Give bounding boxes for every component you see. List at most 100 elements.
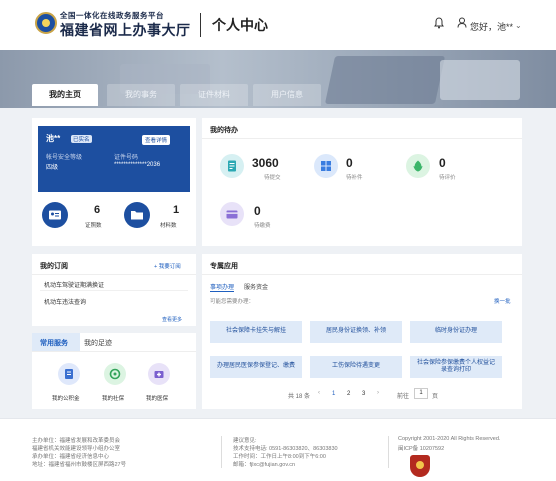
gov-badge-icon[interactable] [410, 455, 430, 477]
tab-my-footprint[interactable]: 我的足迹 [84, 338, 112, 348]
divider [202, 274, 522, 275]
view-more-link[interactable]: 查看更多 [162, 316, 182, 323]
user-icon[interactable] [457, 17, 467, 28]
leaf-icon [413, 160, 423, 172]
verified-badge: 已实名 [71, 135, 92, 143]
tab-service-fund[interactable]: 服务资金 [244, 282, 268, 291]
tab-underline [210, 291, 234, 292]
add-subscription-link[interactable]: + 我要订阅 [154, 262, 181, 270]
account-summary: 池** 已实名 查看详情 帐号安全等级 四级 证件号码 ************… [38, 126, 190, 192]
service-item[interactable]: 工伤保险待遇变更 [310, 356, 402, 378]
subscription-item[interactable]: 机动车驾驶证期满换证 [44, 280, 104, 289]
banner-decoration [324, 56, 446, 104]
tab-user-info[interactable]: 用户信息 [253, 84, 321, 106]
pagination-total: 共 18 条 [288, 394, 311, 400]
page-button[interactable]: 1 [332, 391, 335, 397]
header-divider [200, 13, 201, 37]
divider [202, 138, 522, 139]
page-number-input[interactable]: 1 [414, 388, 428, 399]
tab-item-handling[interactable]: 事项办理 [210, 282, 234, 291]
grid-icon [321, 161, 331, 171]
special-apps-card: 专属应用 事项办理 服务资金 可能您需要办理： 换一批 社会保障卡挂失与解挂 居… [202, 254, 522, 409]
social-security-label[interactable]: 我的社保 [102, 394, 124, 402]
tab-affairs[interactable]: 我的事务 [107, 84, 175, 106]
pending-evaluate-count[interactable]: 0 [439, 156, 446, 170]
common-services-card: 常用服务 我的足迹 我的公积金 我的社保 我的医保 [32, 333, 196, 409]
bell-icon[interactable] [434, 17, 444, 29]
footer-email: 邮箱：fjlxc@fujian.gov.cn [233, 462, 296, 468]
document-icon [228, 160, 236, 172]
pending-supplement-icon[interactable] [314, 154, 338, 178]
pending-submit-icon[interactable] [220, 154, 244, 178]
id-number-label: 证件号码 [114, 155, 139, 161]
security-level-label: 帐号安全等级 [46, 155, 83, 161]
chevron-down-icon[interactable]: ⌄ [515, 21, 522, 30]
page-button[interactable]: 2 [347, 391, 350, 397]
medical-insurance-icon[interactable] [148, 363, 170, 385]
service-item[interactable]: 居民身份证换领、补领 [310, 321, 402, 343]
housing-fund-icon[interactable] [58, 363, 80, 385]
prev-page-icon[interactable]: ‹ [318, 390, 320, 396]
banner-decoration [440, 60, 520, 100]
subscription-title: 我的订阅 [40, 263, 68, 270]
tab-common-services[interactable]: 常用服务 [40, 338, 68, 348]
id-card-icon [49, 210, 61, 220]
service-item[interactable]: 社会保障卡挂失与解挂 [210, 321, 302, 343]
footer-working-hours: 工作时间：工作日上午8:00到下午6:00 [233, 454, 326, 460]
material-icon[interactable] [124, 202, 150, 228]
tab-documents[interactable]: 证件材料 [180, 84, 248, 106]
subscription-item[interactable]: 机动车违法查询 [44, 297, 86, 306]
divider [40, 290, 188, 291]
page-unit-label: 页 [432, 394, 439, 400]
pending-supplement-label: 待补件 [346, 175, 363, 181]
wallet-icon [226, 210, 238, 219]
goto-label: 前往 [397, 394, 410, 400]
refresh-link[interactable]: 换一批 [494, 297, 511, 305]
page-title: 个人中心 [212, 17, 268, 33]
folder-icon [131, 211, 143, 220]
badge-star [416, 461, 424, 469]
housing-fund-label[interactable]: 我的公积金 [52, 394, 80, 402]
pending-submit-count[interactable]: 3060 [252, 156, 279, 170]
footer-divider [221, 436, 222, 468]
footer-feedback[interactable]: 建议意见: [233, 436, 257, 444]
footer-support-phone: 技术支持电话: 0591-86303820、86303830 [233, 446, 338, 452]
pending-payment-label: 待缴费 [254, 223, 271, 229]
footer-sponsor-2: 福建省机关效能建设领导小组办公室 [32, 446, 121, 452]
license-icon[interactable] [42, 202, 68, 228]
footer-address: 地址：福建省福州市鼓楼区屏西路27号 [32, 462, 127, 468]
page-button[interactable]: 3 [362, 391, 365, 397]
user-greeting[interactable]: 您好，池** [470, 20, 513, 33]
suggestion-hint: 可能您需要办理： [210, 299, 255, 305]
service-item[interactable]: 办理居民医保参保登记、缴费 [210, 356, 302, 378]
view-details-button[interactable]: 查看详情 [142, 135, 171, 145]
id-number-value: **************2036 [114, 162, 161, 168]
tab-home[interactable]: 我的主页 [32, 84, 98, 106]
subscription-card: 我的订阅 + 我要订阅 机动车驾驶证期满换证 机动车违法查询 查看更多 [32, 254, 196, 326]
service-item[interactable]: 临时身份证办理 [410, 321, 502, 343]
social-security-icon[interactable] [104, 363, 126, 385]
next-page-icon[interactable]: › [377, 390, 379, 396]
material-count-label: 材料数 [160, 223, 177, 229]
material-count[interactable]: 1 [173, 204, 179, 216]
license-count[interactable]: 6 [94, 204, 100, 216]
social-security-badge-icon [109, 368, 121, 380]
pending-evaluate-label: 待评价 [439, 175, 456, 181]
service-item[interactable]: 社会保险参保缴费个人权益记录查询打印 [410, 356, 502, 378]
security-level-value: 四级 [46, 165, 59, 171]
brand-title[interactable]: 福建省网上办事大厅 [60, 20, 191, 40]
account-card: 池** 已实名 查看详情 帐号安全等级 四级 证件号码 ************… [32, 118, 196, 246]
divider [32, 274, 196, 275]
footer-copyright: Copyright 2001-2020 All Rights Reserved. [398, 436, 501, 442]
pending-supplement-count[interactable]: 0 [346, 156, 353, 170]
divider [32, 351, 196, 352]
medical-insurance-label[interactable]: 我的医保 [146, 394, 168, 402]
footer-sponsor: 主办单位：福建省发展和改革委员会 [32, 438, 121, 444]
pending-evaluate-icon[interactable] [406, 154, 430, 178]
footer-icp: 闽ICP备 10207592 [398, 446, 445, 452]
pending-payment-count[interactable]: 0 [254, 204, 261, 218]
todo-card: 我的待办 3060 待提交 0 待补件 0 待评价 0 待缴费 [202, 118, 522, 246]
site-footer: 主办单位：福建省发展和改革委员会 福建省机关效能建设领导小组办公室 承办单位：福… [0, 418, 556, 481]
license-count-label: 证照数 [85, 223, 102, 229]
pending-payment-icon[interactable] [220, 202, 244, 226]
